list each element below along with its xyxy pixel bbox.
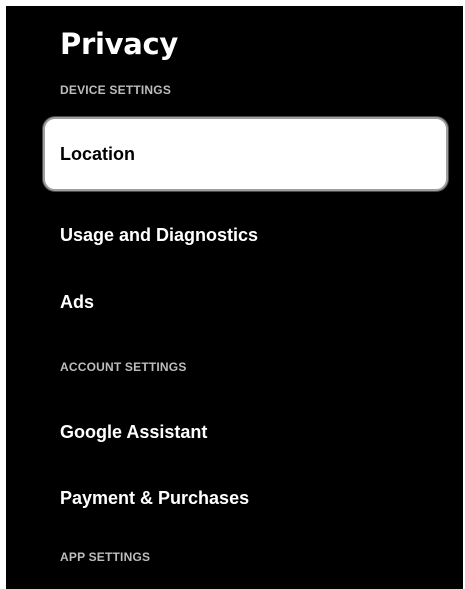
privacy-settings-screen: Privacy DEVICE SETTINGS Location Usage a… xyxy=(6,6,463,589)
menu-item-usage-and-diagnostics[interactable]: Usage and Diagnostics xyxy=(43,198,448,272)
menu-item-payment-and-purchases[interactable]: Payment & Purchases xyxy=(43,461,448,535)
page-title: Privacy xyxy=(60,27,178,61)
section-header-app-settings: APP SETTINGS xyxy=(60,550,151,564)
section-header-account-settings: ACCOUNT SETTINGS xyxy=(60,360,187,374)
menu-item-ads[interactable]: Ads xyxy=(43,265,448,339)
menu-item-google-assistant[interactable]: Google Assistant xyxy=(43,395,448,469)
menu-item-location[interactable]: Location xyxy=(43,117,448,191)
section-header-device-settings: DEVICE SETTINGS xyxy=(60,83,172,97)
